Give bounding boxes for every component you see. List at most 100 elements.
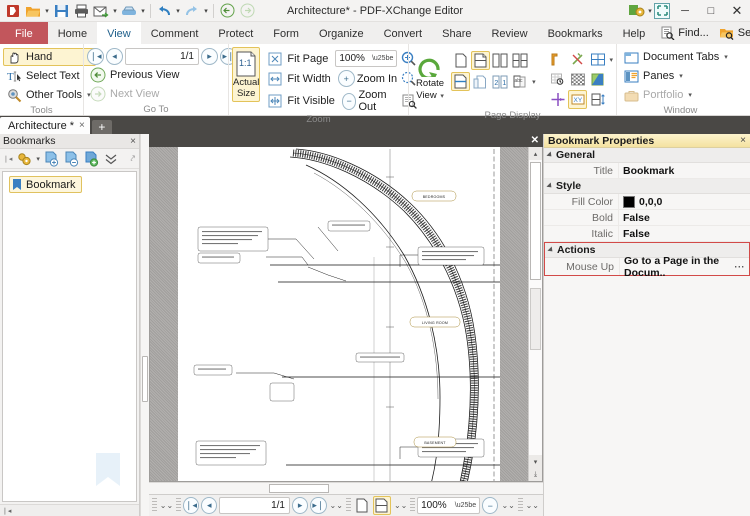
bookmarks-scrollbar-thumb[interactable] bbox=[142, 355, 148, 402]
toolbar-overflow-4-icon[interactable]: ⌄⌄ bbox=[500, 501, 515, 510]
scroll-down-button[interactable]: ▾ bbox=[529, 455, 542, 468]
actions-collapse-icon[interactable] bbox=[547, 246, 555, 254]
bottom-single-page-button[interactable] bbox=[353, 496, 371, 515]
document-scroll-track[interactable] bbox=[529, 160, 542, 455]
tab-form[interactable]: Form bbox=[263, 22, 309, 44]
bookmark-list-item[interactable]: Bookmark bbox=[9, 176, 82, 193]
actual-size-button[interactable]: 1:1 Actual Size bbox=[232, 47, 261, 102]
bookmarks-pane-scrollbar[interactable] bbox=[140, 134, 149, 516]
rotate-view-button[interactable]: Rotate View ▾ bbox=[412, 48, 448, 103]
document-hscroll-thumb[interactable] bbox=[269, 484, 329, 493]
style-collapse-icon[interactable] bbox=[546, 182, 554, 190]
properties-section-general[interactable]: General bbox=[544, 148, 750, 163]
search-button[interactable]: Search... bbox=[715, 23, 750, 43]
fit-visible-button[interactable]: Fit Visible bbox=[264, 92, 339, 110]
zoom-out-label[interactable]: Zoom Out bbox=[358, 89, 399, 113]
scan-dropdown-caret-icon[interactable]: ▾ bbox=[139, 1, 147, 20]
zoom-out-button[interactable]: − bbox=[341, 92, 357, 110]
tab-view[interactable]: View bbox=[97, 22, 141, 44]
portfolio-button[interactable]: Portfolio ▾ bbox=[620, 86, 733, 104]
toolbar-grip-1[interactable] bbox=[152, 498, 157, 513]
app-logo-icon[interactable] bbox=[3, 1, 23, 20]
minimize-button[interactable]: ─ bbox=[672, 0, 698, 22]
property-value-title[interactable]: Bookmark bbox=[618, 163, 750, 178]
property-row-italic[interactable]: Italic False bbox=[544, 226, 750, 242]
save-icon[interactable] bbox=[51, 1, 71, 20]
document-close-icon[interactable]: ✕ bbox=[531, 135, 539, 146]
scan-icon[interactable] bbox=[119, 1, 139, 20]
document-tab-architecture[interactable]: Architecture * × bbox=[0, 117, 90, 134]
tab-help[interactable]: Help bbox=[613, 22, 656, 44]
next-page-button[interactable]: ▸ bbox=[201, 48, 218, 65]
coordinates-button[interactable]: XY bbox=[568, 90, 588, 109]
property-row-bold[interactable]: Bold False bbox=[544, 210, 750, 226]
page-number-field[interactable]: 1/1 bbox=[125, 48, 199, 65]
split-view-button[interactable] bbox=[451, 72, 471, 91]
previous-page-button[interactable]: ◂ bbox=[106, 48, 123, 65]
first-page-button[interactable]: ❘◂ bbox=[87, 48, 104, 65]
hand-tool-button[interactable]: Hand bbox=[3, 48, 96, 66]
single-page-continuous-button[interactable] bbox=[471, 51, 491, 70]
tab-bookmarks[interactable]: Bookmarks bbox=[538, 22, 613, 44]
grid-caret-icon[interactable]: ▾ bbox=[609, 56, 613, 64]
zoom-level-caret-icon[interactable]: \u25be bbox=[372, 55, 393, 62]
panes-button[interactable]: Panes ▾ bbox=[620, 67, 733, 85]
properties-pane-close-icon[interactable]: × bbox=[740, 135, 746, 146]
tab-review[interactable]: Review bbox=[481, 22, 537, 44]
toolbar-grip-2[interactable] bbox=[176, 498, 181, 513]
customize-dropdown-caret-icon[interactable]: ▾ bbox=[646, 1, 654, 20]
fill-color-swatch[interactable] bbox=[623, 195, 635, 208]
document-vertical-scrollbar[interactable]: ▴ ▾ ⤓ bbox=[528, 147, 542, 481]
document-tab-close-icon[interactable]: × bbox=[79, 120, 85, 131]
document-canvas[interactable]: BEDROOMS LIVING ROOM BASEMENT bbox=[150, 147, 528, 481]
property-row-mouse-up[interactable]: Mouse Up Go to a Page in the Docum.. ⋯ bbox=[545, 255, 749, 279]
page-numbers-button[interactable]: 21 bbox=[491, 72, 510, 91]
crosshair-button[interactable] bbox=[548, 90, 567, 109]
bottom-last-page-button[interactable]: ▸❘ bbox=[310, 497, 327, 514]
bottom-first-page-button[interactable]: ❘◂ bbox=[182, 497, 200, 514]
bottom-next-page-button[interactable]: ▸ bbox=[292, 497, 309, 514]
page-display-caret-icon[interactable]: ▾ bbox=[532, 78, 536, 86]
customize-quick-access-icon[interactable] bbox=[626, 1, 646, 20]
snap-to-grid-button[interactable] bbox=[548, 70, 567, 89]
rulers-button[interactable] bbox=[548, 50, 567, 69]
zoom-in-label[interactable]: Zoom In bbox=[357, 73, 397, 85]
property-value-fill-color[interactable]: 0,0,0 bbox=[618, 194, 750, 209]
redo-icon[interactable] bbox=[182, 1, 202, 20]
email-icon[interactable] bbox=[91, 1, 111, 20]
new-bookmark-button[interactable] bbox=[42, 150, 60, 168]
bottom-continuous-page-button[interactable] bbox=[372, 496, 391, 515]
print-icon[interactable] bbox=[71, 1, 91, 20]
two-pages-button[interactable] bbox=[491, 51, 510, 70]
toolbar-overflow-2-icon[interactable]: ⌄⌄ bbox=[329, 501, 344, 510]
undo-icon[interactable] bbox=[154, 1, 174, 20]
page-transitions-button[interactable]: abc bbox=[511, 72, 530, 91]
document-scroll-thumb[interactable] bbox=[530, 162, 541, 280]
back-icon[interactable] bbox=[217, 1, 237, 20]
property-row-title[interactable]: Title Bookmark bbox=[544, 163, 750, 179]
forward-icon[interactable] bbox=[237, 1, 257, 20]
bookmarks-pane-close-icon[interactable]: × bbox=[130, 136, 136, 147]
panes-caret-icon[interactable]: ▾ bbox=[679, 72, 683, 80]
fit-page-button[interactable]: Fit Page bbox=[264, 50, 333, 68]
toolbar-overflow-5-icon[interactable]: ⌄⌄ bbox=[525, 501, 540, 510]
bookmarks-list[interactable]: Bookmark bbox=[2, 171, 137, 502]
undo-dropdown-caret-icon[interactable]: ▾ bbox=[174, 1, 182, 20]
guides-button[interactable] bbox=[568, 50, 587, 69]
mouse-up-more-button[interactable]: ⋯ bbox=[734, 261, 749, 273]
find-button[interactable]: Find... bbox=[655, 23, 713, 43]
auto-scroll-button[interactable] bbox=[588, 90, 607, 109]
bookmark-options-button[interactable] bbox=[15, 150, 33, 168]
color-management-button[interactable] bbox=[588, 70, 607, 89]
select-text-button[interactable]: T Select Text bbox=[3, 67, 96, 85]
tab-organize[interactable]: Organize bbox=[309, 22, 374, 44]
property-value-italic[interactable]: False bbox=[618, 226, 750, 241]
tab-home[interactable]: Home bbox=[48, 22, 97, 44]
pdf-page[interactable]: BEDROOMS LIVING ROOM BASEMENT bbox=[178, 147, 500, 481]
previous-view-button[interactable]: Previous View bbox=[87, 66, 185, 84]
property-row-fill-color[interactable]: Fill Color 0,0,0 bbox=[544, 194, 750, 210]
tab-convert[interactable]: Convert bbox=[374, 22, 433, 44]
tab-share[interactable]: Share bbox=[432, 22, 481, 44]
other-tools-button[interactable]: Other Tools ▾ bbox=[3, 86, 96, 104]
cover-page-button[interactable] bbox=[471, 72, 490, 91]
